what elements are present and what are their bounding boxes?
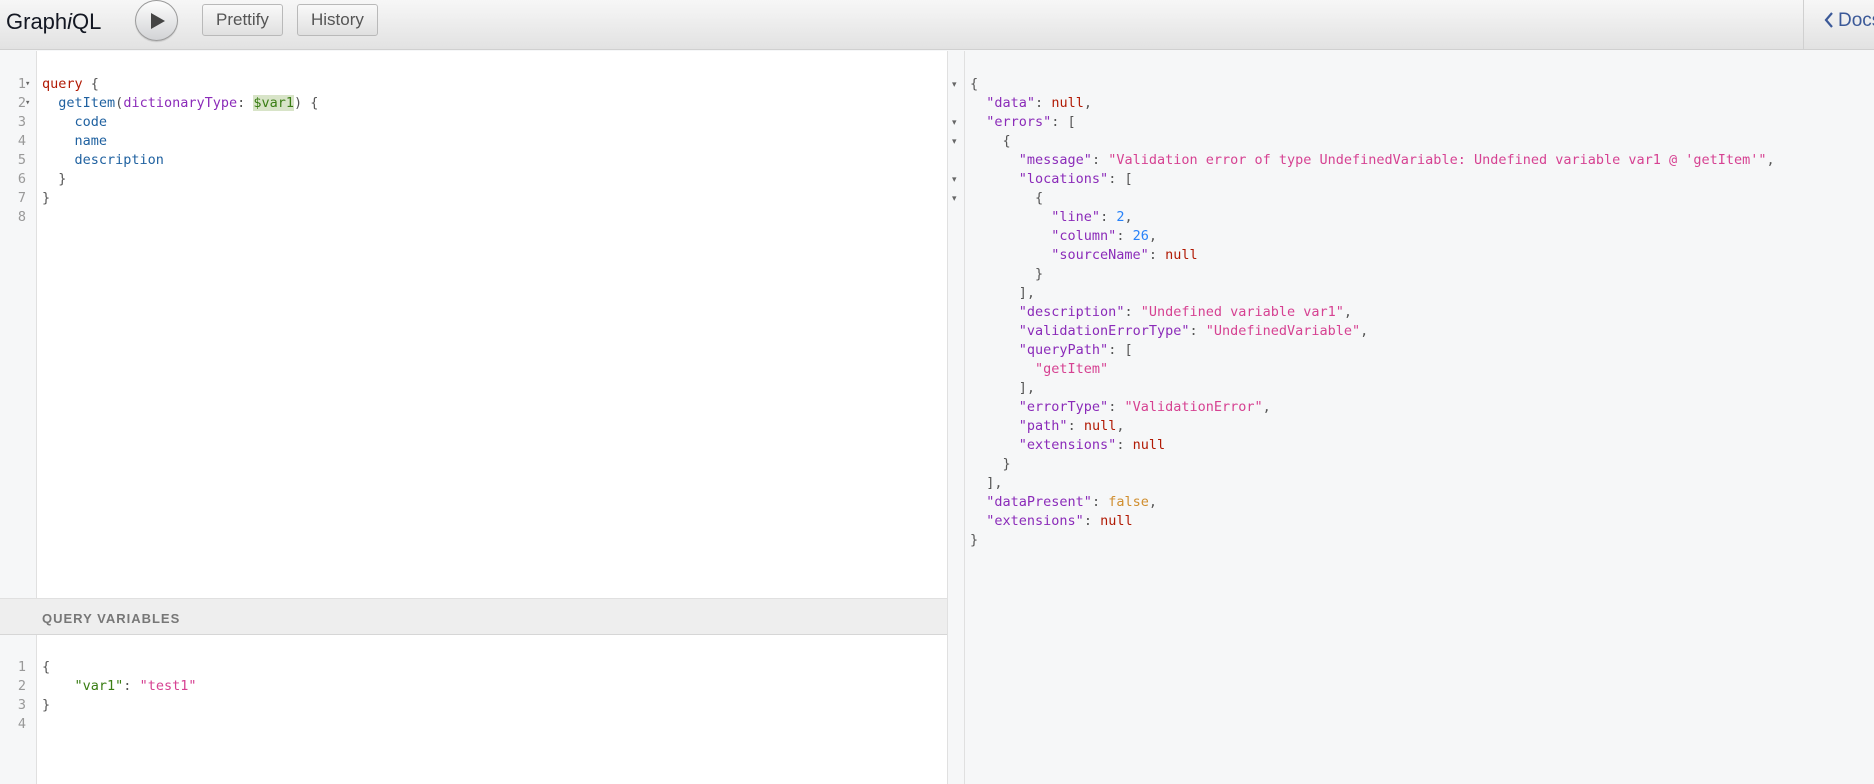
query-line-number: 6 (17, 171, 26, 187)
query-editor[interactable]: 1 query { 2 getItem(dictionaryType: $var1)… (0, 51, 947, 598)
query-line: } (42, 190, 51, 206)
result-line: } (1002, 456, 1011, 472)
result-line: ], (986, 475, 1003, 491)
fold-arrow-icon[interactable]: ▾ (952, 189, 957, 208)
result-line: } (970, 532, 979, 548)
query-line: code (74, 114, 108, 130)
query-line-number: 8 (17, 209, 26, 225)
result-line: "getItem" (1035, 361, 1109, 377)
result-line: "queryPath": [ (1018, 342, 1133, 358)
fold-arrow-icon[interactable]: ▾ (952, 75, 957, 94)
query-variables-header[interactable]: QUERY VARIABLES (0, 598, 947, 635)
result-line: "data": null, (986, 95, 1092, 111)
prettify-button[interactable]: Prettify (202, 4, 283, 36)
fold-arrow-icon[interactable]: ▾ (952, 113, 957, 132)
query-line-number: 3 (17, 114, 26, 130)
result-line: "message": "Validation error of type Und… (1018, 152, 1775, 168)
history-button[interactable]: History (297, 4, 378, 36)
query-line: description (74, 152, 164, 168)
result-line: "sourceName": null (1051, 247, 1198, 263)
query-line: } (42, 171, 67, 187)
result-line: "extensions": null (986, 513, 1133, 529)
variables-line: } (42, 697, 51, 713)
toolbar: GraphiQL Prettify History Docs (0, 0, 1874, 50)
result-viewer: { "data": null, "errors": [ { "message":… (966, 51, 1874, 784)
query-variables-title: QUERY VARIABLES (42, 611, 181, 626)
result-line: ], (1018, 380, 1036, 396)
result-line: "extensions": null (1018, 437, 1166, 453)
query-line: getItem(dictionaryType: $var1) { (58, 95, 319, 111)
result-line: "locations": [ (1018, 171, 1133, 187)
play-icon (151, 13, 165, 29)
chevron-left-icon (1824, 12, 1833, 28)
variables-line: { (42, 659, 51, 675)
result-line: "errors": [ (986, 114, 1076, 130)
result-line: "errorType": "ValidationError", (1018, 399, 1271, 415)
result-line: ], (1018, 285, 1036, 301)
fold-arrow-icon[interactable]: ▾ (25, 94, 30, 113)
query-line-number: 5 (17, 152, 26, 168)
result-line: { (1035, 190, 1044, 206)
result-line: { (970, 76, 979, 92)
variables-line-number: 4 (17, 716, 26, 732)
fold-arrow-icon[interactable]: ▾ (25, 75, 30, 94)
query-line-number: 2 (17, 95, 26, 111)
docs-area: Docs (1803, 0, 1874, 50)
fold-arrow-icon[interactable]: ▾ (952, 170, 957, 189)
result-line: "path": null, (1018, 418, 1125, 434)
query-line: name (74, 133, 108, 149)
result-line: "description": "Undefined variable var1"… (1018, 304, 1353, 320)
title-prefix: Graph (6, 9, 68, 34)
docs-button[interactable]: Docs (1824, 10, 1874, 32)
query-line: query { (42, 76, 99, 92)
variables-line: "var1": "test1" (74, 678, 197, 694)
app-title: GraphiQL (6, 9, 101, 35)
result-fold-gutter (947, 51, 965, 784)
fold-arrow-icon[interactable]: ▾ (952, 132, 957, 151)
result-line: "dataPresent": false, (986, 494, 1157, 510)
variables-line-number: 1 (17, 659, 26, 675)
result-line: "line": 2, (1051, 209, 1133, 225)
result-line: "column": 26, (1051, 228, 1157, 244)
variables-line-number: 2 (17, 678, 26, 694)
variables-editor[interactable]: 1 {2 "var1": "test1" 3} 4 (0, 635, 947, 784)
variables-line-number: 3 (17, 697, 26, 713)
query-line-number: 1 (17, 76, 26, 92)
result-line: "validationErrorType": "UndefinedVariabl… (1018, 323, 1369, 339)
docs-label: Docs (1838, 10, 1874, 31)
query-line-number: 7 (17, 190, 26, 206)
query-line-number: 4 (17, 133, 26, 149)
result-line: { (1002, 133, 1011, 149)
execute-query-button[interactable] (135, 0, 178, 41)
title-suffix: QL (72, 9, 102, 34)
result-line: } (1035, 266, 1044, 282)
